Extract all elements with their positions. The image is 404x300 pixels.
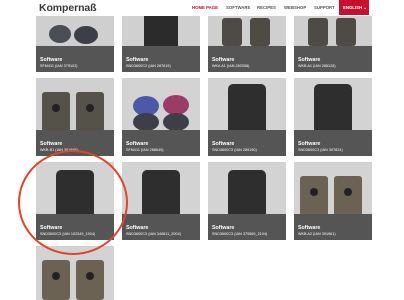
tile-subtitle: SND3600C2 (IAN 287615) [126, 64, 171, 68]
tile-subtitle: SND3600C3 (IAN 289190) [212, 148, 257, 152]
tile-caption: Software SND3600C3 (IAN 289190) [212, 141, 257, 152]
software-tile[interactable]: Software SND3600C3 (IAN 307824) [294, 78, 372, 156]
tile-subtitle: WKB A2 (IAN 391961) [298, 232, 336, 236]
software-tile[interactable]: Software SND3600C2 (IAN 287615) [122, 16, 200, 72]
tile-subtitle: SFM411 (IAN 379102) [40, 64, 78, 68]
tile-title: Software [298, 57, 321, 63]
kompernass-logo[interactable]: Kompernaß [39, 2, 97, 14]
software-tile[interactable]: Software WKB A1 (IAN 285128) [294, 16, 372, 72]
tile-caption: Software WKB A1 (IAN 285128) [298, 57, 336, 68]
nav-software[interactable]: SOFTWARE [226, 5, 250, 10]
tile-caption: Software SND3600C3 (IAN 340811_2004) [126, 225, 181, 236]
tile-caption: Software SND3600C3 (IAN 375569_2104) [212, 225, 267, 236]
tile-caption: Software WKA A1 (IAN 282058) [212, 57, 249, 68]
tile-caption: Software SFM411 (IAN 379102) [40, 57, 78, 68]
top-navigation-bar: Kompernaß HOME PAGE SOFTWARE RECIPES WEB… [0, 0, 404, 16]
tile-title: Software [126, 225, 149, 231]
software-tile[interactable]: Software WKB B1 (IAN 301695) [36, 78, 114, 156]
software-tile[interactable]: Software SND3600C3 (IAN 375569_2104) [208, 162, 286, 240]
nav-webshop[interactable]: WEBSHOP [284, 5, 306, 10]
tile-title: Software [298, 141, 321, 147]
tile-title: Software [298, 225, 321, 231]
nav-recipes[interactable]: RECIPES [257, 5, 276, 10]
nav-home-page[interactable]: HOME PAGE [192, 5, 218, 10]
language-selector[interactable]: ENGLISH ⌄ [339, 0, 369, 15]
tile-caption: Software WKB A2 (IAN 391961) [298, 225, 336, 236]
software-tile[interactable]: Software SND3600C3 (IAN 340811_2004) [122, 162, 200, 240]
tile-caption: Software SND3600C3 (IAN 307824) [298, 141, 343, 152]
tile-caption: Software SND3600C2 (IAN 287615) [126, 57, 171, 68]
tile-title: Software [40, 141, 63, 147]
tile-title: Software [212, 57, 235, 63]
tile-title: Software [126, 57, 149, 63]
highlight-circle-annotation [18, 150, 128, 255]
software-tile[interactable]: Software WKA A1 (IAN 282058) [208, 16, 286, 72]
software-tile[interactable]: Software WKB A2 (IAN 391961) [294, 162, 372, 240]
tile-title: Software [40, 57, 63, 63]
tile-subtitle: SND3600C3 (IAN 307824) [298, 148, 343, 152]
tile-caption: Software SFM411 (IAN 288640) [126, 141, 164, 152]
software-tile[interactable]: Software SFM411 (IAN 288640) [122, 78, 200, 156]
tile-subtitle: SFM411 (IAN 288640) [126, 148, 164, 152]
tile-subtitle: SND3600C3 (IAN 340811_2004) [126, 232, 181, 236]
tile-subtitle: WKB A1 (IAN 285128) [298, 64, 336, 68]
tile-subtitle: SND3600C3 (IAN 375569_2104) [212, 232, 268, 236]
tile-title: Software [212, 225, 235, 231]
tile-title: Software [126, 141, 149, 147]
tile-subtitle: WKA A1 (IAN 282058) [212, 64, 250, 68]
nav-support[interactable]: SUPPORT [314, 5, 335, 10]
software-tile[interactable]: Software SND3600C3 (IAN 289190) [208, 78, 286, 156]
tile-title: Software [212, 141, 235, 147]
software-tile[interactable]: Software SFM411 (IAN 379102) [36, 16, 114, 72]
